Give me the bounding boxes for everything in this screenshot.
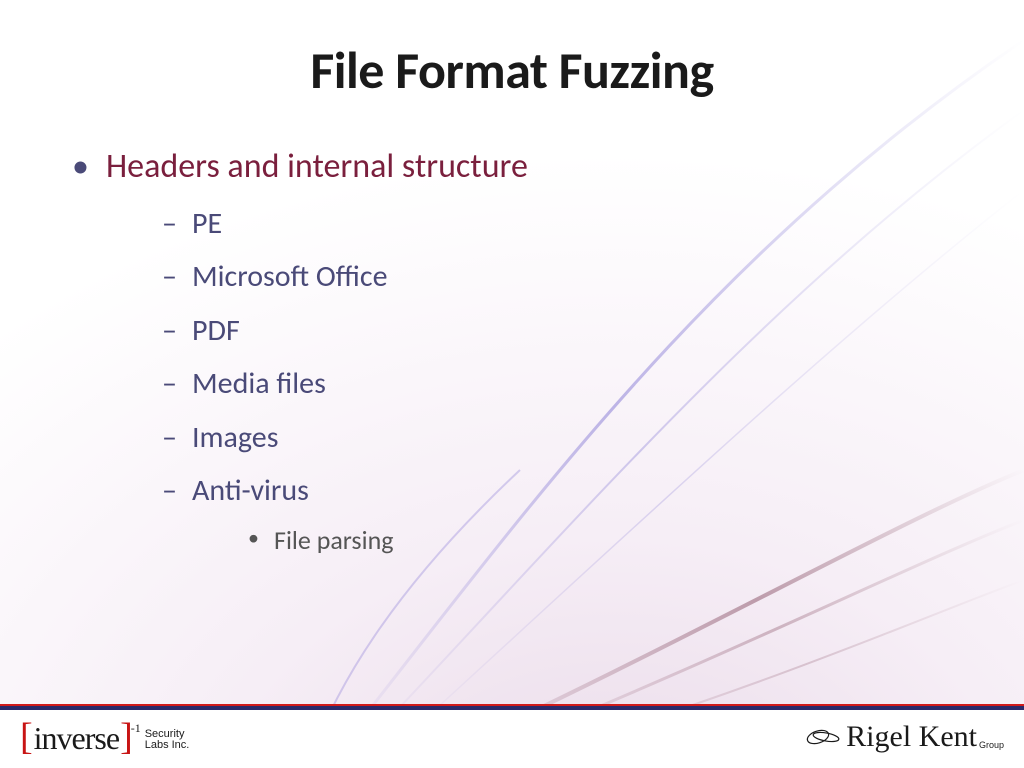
swirl-icon [806,727,840,747]
bullet-text: Media files [192,365,326,402]
bullet-text: Microsoft Office [192,258,388,295]
bullet-item: Media files [162,365,964,403]
bullet-item: Anti-virus File parsing [162,472,964,556]
footer-right-sub: Group [979,740,1004,754]
footer-sub-line2: Labs Inc. [145,740,190,752]
bullet-item: Headers and internal structure PE Micros… [72,146,964,556]
bullet-item: Images [162,419,964,457]
footer-logo-right: Rigel Kent Group [806,720,1004,754]
bullet-item: PE [162,205,964,243]
bullet-text: Anti-virus [192,472,309,509]
footer-right-name: Rigel Kent [846,720,977,754]
slide-title: File Format Fuzzing [60,38,964,102]
bullet-item: Microsoft Office [162,258,964,296]
bullet-text: Headers and internal structure [106,146,528,187]
footer-logo-left: [ inverse ] -1 Security Labs Inc. [20,718,189,756]
bullet-sublist: File parsing [192,524,964,557]
footer-exponent: -1 [131,721,141,736]
bullet-text: PDF [192,312,240,349]
bullet-list: Headers and internal structure PE Micros… [60,146,964,556]
bullet-text: File parsing [274,524,393,556]
slide-content: File Format Fuzzing Headers and internal… [0,0,1024,768]
bracket-open-icon: [ [20,718,33,756]
footer-subtext: Security Labs Inc. [145,729,190,756]
slide: File Format Fuzzing Headers and internal… [0,0,1024,768]
slide-footer: [ inverse ] -1 Security Labs Inc. Rigel … [0,710,1024,768]
bullet-text: PE [192,205,222,242]
bullet-item: PDF [162,312,964,350]
footer-brand: inverse [33,722,120,756]
footer-inner: [ inverse ] -1 Security Labs Inc. Rigel … [0,710,1024,768]
bullet-sublist: PE Microsoft Office PDF Media files Imag… [106,205,964,557]
bullet-text: Images [192,419,278,456]
bullet-item: File parsing [248,524,964,557]
footer-stripe [0,704,1024,710]
